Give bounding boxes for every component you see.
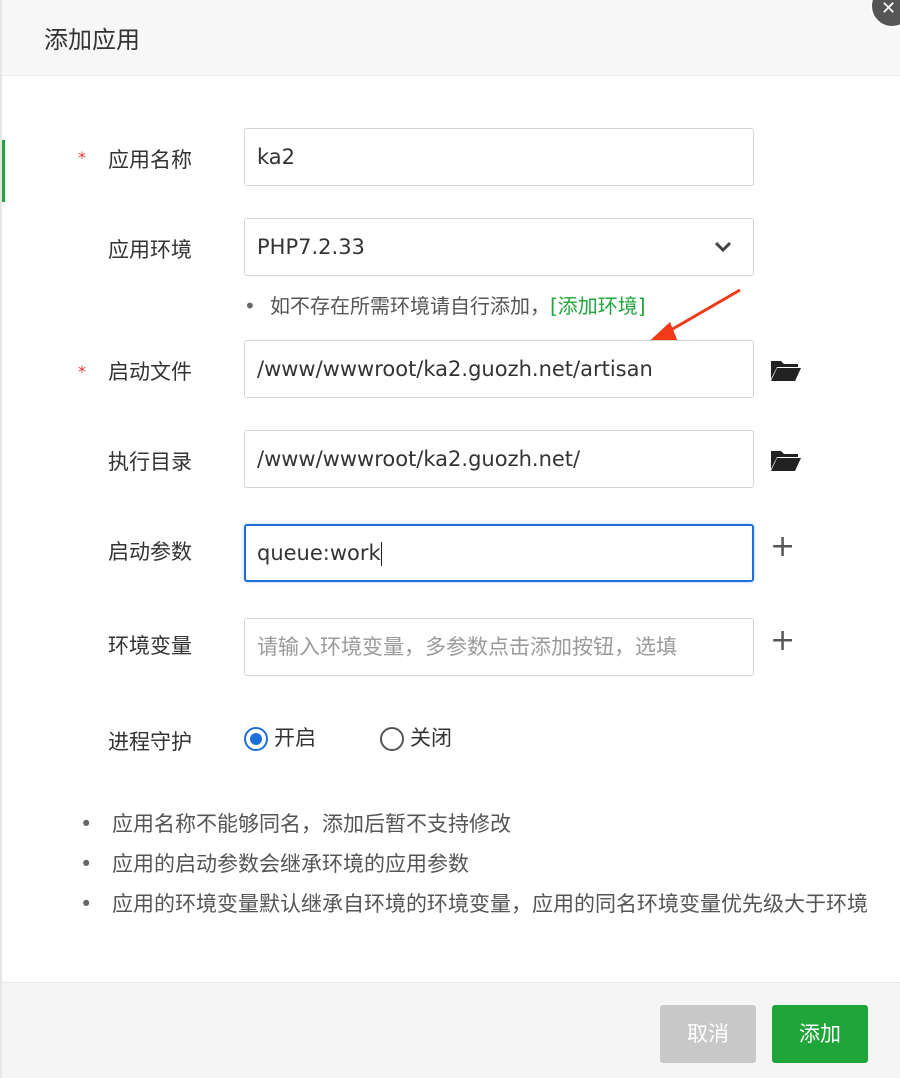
start-args-input[interactable]: queue:work xyxy=(244,524,754,582)
hint-bullet: • xyxy=(244,294,256,318)
plus-icon[interactable]: + xyxy=(770,532,795,562)
dialog-footer: 取消 添加 xyxy=(2,982,900,1078)
daemon-on-label: 开启 xyxy=(274,726,316,750)
dialog-header: 添加应用 xyxy=(2,0,900,76)
app-env-select[interactable]: PHP7.2.33 xyxy=(244,218,754,276)
note-bullet: • xyxy=(80,892,93,916)
app-env-label: 应用环境 xyxy=(108,238,192,262)
radio-unchecked-icon[interactable] xyxy=(380,727,404,751)
daemon-off-option[interactable]: 关闭 xyxy=(380,722,452,752)
add-button[interactable]: 添加 xyxy=(772,1005,868,1063)
radio-checked-icon[interactable] xyxy=(244,727,268,751)
dialog-title: 添加应用 xyxy=(44,26,140,54)
start-file-label: 启动文件 xyxy=(108,360,192,384)
note-bullet: • xyxy=(80,852,93,876)
plus-icon[interactable]: + xyxy=(770,626,795,656)
folder-open-icon[interactable] xyxy=(770,357,802,383)
notes-list: • 应用名称不能够同名，添加后暂不支持修改 • 应用的启动参数会继承环境的应用参数 … xyxy=(80,804,880,924)
left-accent-bar xyxy=(2,140,5,202)
note-item: • 应用的环境变量默认继承自环境的环境变量，应用的同名环境变量优先级大于环境 xyxy=(80,884,880,924)
required-mark: * xyxy=(78,148,86,167)
cancel-button[interactable]: 取消 xyxy=(660,1005,756,1063)
note-text: 应用名称不能够同名，添加后暂不支持修改 xyxy=(112,812,511,836)
env-vars-input[interactable]: 请输入环境变量，多参数点击添加按钮，选填 xyxy=(244,618,754,676)
folder-open-icon[interactable] xyxy=(770,447,802,473)
chevron-down-icon xyxy=(715,241,731,253)
app-name-label: 应用名称 xyxy=(108,148,192,172)
note-item: • 应用的启动参数会继承环境的应用参数 xyxy=(80,844,880,884)
add-app-dialog: 添加应用 ✕ * 应用名称 ka2 应用环境 PHP7.2.33 • 如不存在所需… xyxy=(0,0,900,1078)
env-hint: • 如不存在所需环境请自行添加，[添加环境] xyxy=(244,290,646,319)
app-env-value: PHP7.2.33 xyxy=(257,235,365,259)
note-text: 应用的启动参数会继承环境的应用参数 xyxy=(112,852,469,876)
required-mark: * xyxy=(78,362,86,381)
note-bullet: • xyxy=(80,812,93,836)
env-vars-label: 环境变量 xyxy=(108,634,192,658)
app-name-input[interactable]: ka2 xyxy=(244,128,754,186)
start-args-label: 启动参数 xyxy=(108,540,192,564)
note-text: 应用的环境变量默认继承自环境的环境变量，应用的同名环境变量优先级大于环境 xyxy=(112,892,868,916)
exec-dir-label: 执行目录 xyxy=(108,450,192,474)
start-file-input[interactable]: /www/wwwroot/ka2.guozh.net/artisan xyxy=(244,340,754,398)
exec-dir-input[interactable]: /www/wwwroot/ka2.guozh.net/ xyxy=(244,430,754,488)
note-item: • 应用名称不能够同名，添加后暂不支持修改 xyxy=(80,804,880,844)
start-args-value: queue:work xyxy=(257,541,381,565)
text-caret xyxy=(380,542,382,566)
hint-text: 如不存在所需环境请自行添加， xyxy=(270,294,550,318)
daemon-on-option[interactable]: 开启 xyxy=(244,722,316,752)
daemon-off-label: 关闭 xyxy=(410,726,452,750)
daemon-label: 进程守护 xyxy=(108,730,192,754)
